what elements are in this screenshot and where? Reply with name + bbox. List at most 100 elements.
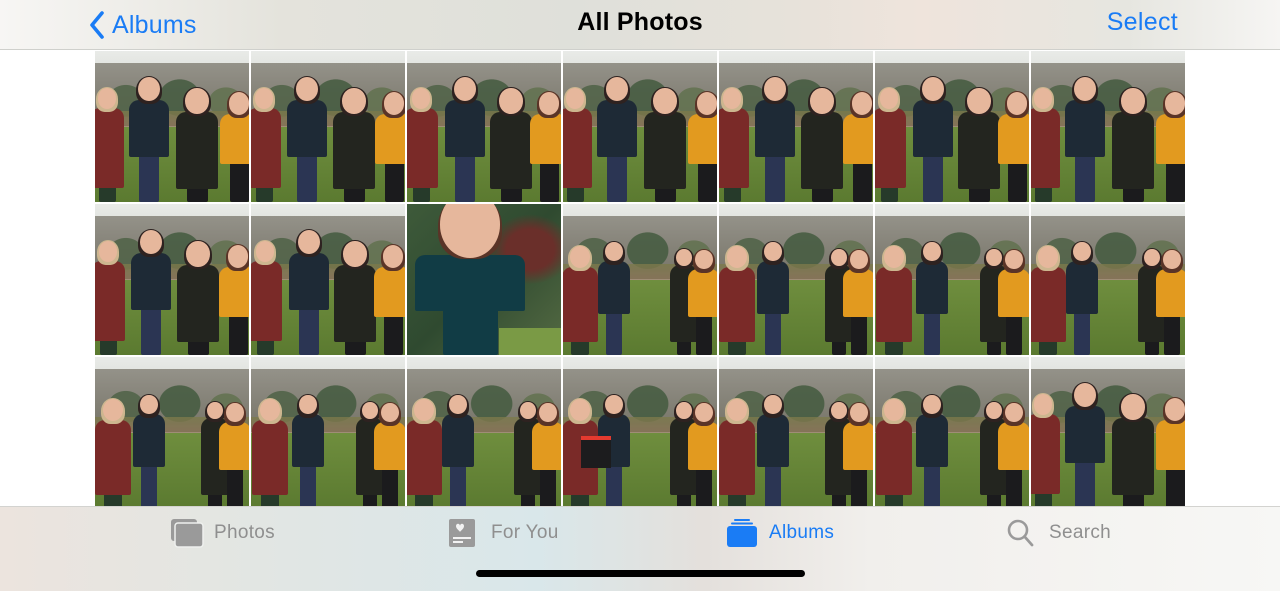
person-figure <box>757 237 789 355</box>
photo-thumbnail[interactable] <box>563 204 717 355</box>
person-figure <box>445 74 485 202</box>
photo-thumbnail[interactable] <box>95 357 249 508</box>
photo-thumbnail[interactable] <box>1031 51 1185 202</box>
tab-albums[interactable]: Albums <box>725 517 834 549</box>
person-figure <box>374 244 405 355</box>
person-figure <box>1031 390 1060 508</box>
person-figure <box>688 400 717 508</box>
person-figure <box>563 84 592 202</box>
person-figure <box>176 87 218 202</box>
person-figure <box>219 244 249 355</box>
person-figure <box>292 390 324 508</box>
person-figure <box>407 84 438 202</box>
person-figure <box>532 400 561 508</box>
home-indicator[interactable] <box>476 570 805 577</box>
photo-thumbnail[interactable] <box>719 357 873 508</box>
tab-for-you-label: For You <box>491 522 559 543</box>
person-figure <box>688 247 717 355</box>
photo-thumbnail[interactable] <box>563 51 717 202</box>
person-figure <box>843 400 873 508</box>
person-figure <box>875 84 906 202</box>
person-figure <box>1065 380 1105 508</box>
tab-photos-label: Photos <box>214 522 275 543</box>
person-figure <box>442 390 474 508</box>
person-figure <box>95 398 131 508</box>
person-figure <box>131 227 171 355</box>
photo-thumbnail[interactable] <box>1031 204 1185 355</box>
person-figure <box>1156 247 1185 355</box>
albums-stack-icon <box>727 519 757 547</box>
tab-search[interactable]: Search <box>1005 517 1111 549</box>
person-figure <box>219 400 249 508</box>
photo-thumbnail[interactable] <box>719 51 873 202</box>
person-figure <box>1066 237 1098 355</box>
for-you-heart-card-icon <box>449 519 475 547</box>
person-figure <box>407 398 442 508</box>
person-figure <box>916 390 948 508</box>
photos-stack-icon <box>171 519 204 548</box>
person-figure <box>998 91 1029 202</box>
photo-thumbnail[interactable] <box>875 51 1029 202</box>
person-figure <box>801 87 843 202</box>
select-button[interactable]: Select <box>1107 8 1178 37</box>
person-figure <box>644 87 686 202</box>
person-figure <box>597 74 637 202</box>
person-figure <box>688 91 717 202</box>
person-figure <box>375 91 405 202</box>
photo-thumbnail[interactable] <box>719 204 873 355</box>
person-figure <box>177 240 219 355</box>
tote-bag <box>581 436 611 468</box>
tab-photos[interactable]: Photos <box>170 517 275 549</box>
tab-albums-label: Albums <box>769 522 835 543</box>
person-figure <box>998 247 1029 355</box>
photo-thumbnail[interactable] <box>251 204 405 355</box>
person-figure <box>1112 87 1154 202</box>
photo-thumbnail[interactable] <box>251 357 405 508</box>
person-figure <box>251 84 281 202</box>
person-figure <box>998 400 1029 508</box>
person-figure <box>876 245 912 355</box>
person-figure <box>843 247 873 355</box>
back-button-label: Albums <box>112 10 197 39</box>
person-figure <box>220 91 249 202</box>
person-figure <box>1156 91 1185 202</box>
person-figure <box>916 237 948 355</box>
person-figure <box>530 91 561 202</box>
person-figure <box>958 87 1000 202</box>
photo-thumbnail[interactable] <box>407 204 561 355</box>
person-figure <box>490 87 532 202</box>
photo-thumbnail[interactable] <box>875 204 1029 355</box>
person-figure <box>95 237 125 355</box>
person-figure <box>1112 393 1154 508</box>
person-figure <box>251 237 282 355</box>
photo-thumbnail[interactable] <box>875 357 1029 508</box>
person-figure <box>719 398 755 508</box>
person-figure <box>1156 397 1185 508</box>
person-figure <box>129 74 169 202</box>
person-figure <box>719 245 755 355</box>
person-figure <box>334 240 376 355</box>
person-figure <box>876 398 912 508</box>
person-figure <box>755 74 795 202</box>
photo-thumbnail[interactable] <box>95 51 249 202</box>
photo-thumbnail[interactable] <box>95 204 249 355</box>
person-figure <box>287 74 327 202</box>
photo-thumbnail[interactable] <box>407 357 561 508</box>
person-figure <box>133 390 165 508</box>
person-figure <box>563 245 598 355</box>
person-figure <box>1065 74 1105 202</box>
person-figure <box>95 84 124 202</box>
person-figure <box>913 74 953 202</box>
person-figure <box>252 398 288 508</box>
photo-thumbnail[interactable] <box>1031 357 1185 508</box>
tab-bar: Photos For You Albums Search <box>0 506 1280 591</box>
person-figure <box>415 204 525 355</box>
person-figure <box>289 227 329 355</box>
tab-for-you[interactable]: For You <box>447 517 559 549</box>
photo-thumbnail[interactable] <box>563 357 717 508</box>
photo-grid <box>95 51 1186 508</box>
person-figure <box>757 390 789 508</box>
photo-thumbnail[interactable] <box>251 51 405 202</box>
back-to-albums-button[interactable]: Albums <box>88 8 197 42</box>
photo-thumbnail[interactable] <box>407 51 561 202</box>
